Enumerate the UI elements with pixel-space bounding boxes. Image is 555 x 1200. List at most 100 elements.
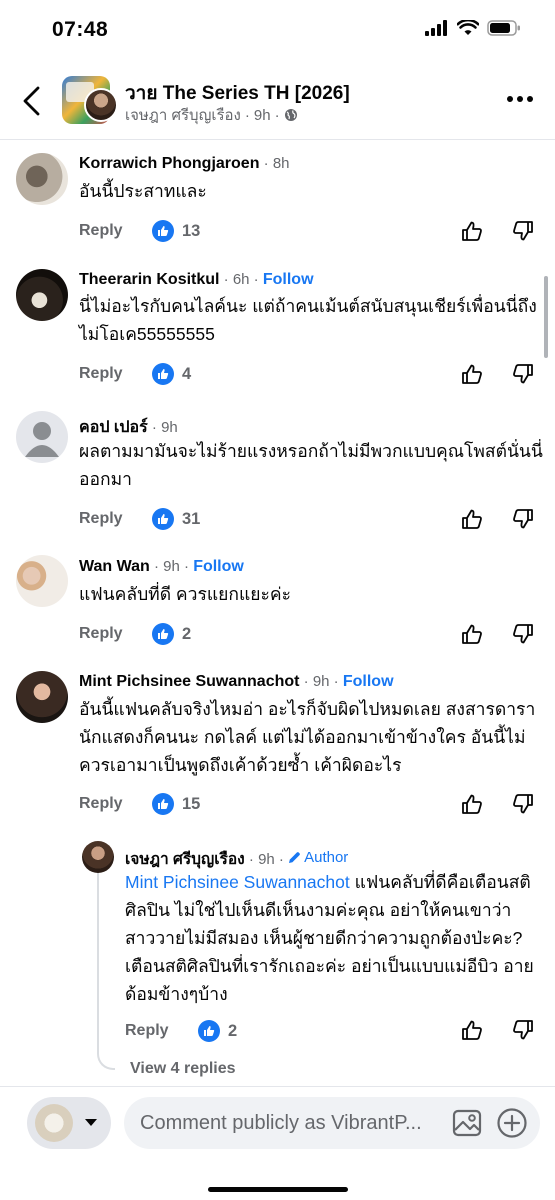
more-icon (507, 96, 513, 102)
meta-separator: · (249, 271, 263, 288)
reaction-summary[interactable]: 2 (198, 1020, 237, 1042)
like-icon (152, 363, 174, 385)
comment-time: 9h (258, 851, 275, 868)
reply-button[interactable]: Reply (125, 1022, 169, 1040)
thumbs-down-outline-icon (513, 509, 533, 529)
comment-composer (0, 1086, 555, 1200)
downvote-button[interactable] (512, 623, 534, 650)
reaction-summary[interactable]: 4 (152, 363, 191, 385)
reply-text: Mint Pichsinee Suwannachot แฟนคลับที่ดีค… (125, 868, 535, 1008)
follow-button[interactable]: Follow (193, 558, 244, 576)
back-button[interactable] (18, 84, 46, 118)
like-icon (152, 508, 174, 530)
downvote-button[interactable] (512, 793, 534, 820)
comment-text: นี่ไม่อะไรกับคนไลค์นะ แต่ถ้าคนเม้นต์สนับ… (79, 296, 537, 344)
upvote-button[interactable] (461, 623, 483, 650)
reply-button[interactable]: Reply (79, 795, 123, 813)
reply-button[interactable]: Reply (79, 222, 123, 240)
like-count: 4 (182, 364, 192, 383)
thumbs-up-outline-icon (462, 509, 482, 529)
comment-text: แฟนคลับที่ดี ควรแยกแยะค่ะ (79, 584, 292, 604)
globe-icon (284, 109, 297, 121)
follow-button[interactable]: Follow (343, 673, 394, 691)
thumbs-up-outline-icon (462, 794, 482, 814)
thumbs-down-outline-icon (513, 1020, 533, 1040)
comment-text: อันนี้แฟนคลับจริงไหมอ่า อะไรก็จับผิดไปหม… (79, 699, 536, 775)
avatar[interactable] (16, 411, 68, 463)
avatar[interactable] (16, 671, 68, 723)
thumbs-down-outline-icon (513, 794, 533, 814)
comment-text: อันนี้ประสาทและ (79, 181, 207, 201)
status-time: 07:48 (52, 18, 109, 41)
chevron-down-icon (85, 1119, 97, 1126)
reply-button[interactable]: Reply (79, 365, 123, 383)
upvote-button[interactable] (461, 363, 483, 390)
downvote-button[interactable] (512, 1019, 534, 1046)
meta-separator: · (329, 673, 343, 690)
battery-icon (487, 20, 520, 36)
more-options-button[interactable] (507, 96, 533, 102)
avatar[interactable] (16, 269, 68, 321)
meta-separator: · (244, 851, 259, 868)
reaction-summary[interactable]: 13 (152, 220, 200, 242)
thumbs-up-outline-icon (462, 1020, 482, 1040)
wifi-icon (457, 20, 479, 35)
upvote-button[interactable] (461, 220, 483, 247)
home-indicator (208, 1187, 348, 1192)
thumbs-down-outline-icon (513, 364, 533, 384)
profile-switcher[interactable] (27, 1097, 111, 1149)
meta-separator: · (149, 558, 164, 575)
poster-name[interactable]: เจษฎา ศรีบุญเรือง (125, 103, 241, 127)
comment-time: 9h (312, 673, 330, 690)
view-replies-link[interactable]: View 4 replies (130, 1060, 236, 1078)
avatar[interactable] (82, 841, 114, 873)
downvote-button[interactable] (512, 363, 534, 390)
comment-time: 9h (163, 558, 180, 575)
poster-avatar[interactable] (84, 88, 118, 122)
like-count: 15 (182, 794, 201, 813)
commenter-name[interactable]: Korrawich Phongjaroen (79, 155, 259, 173)
commenter-name[interactable]: Mint Pichsinee Suwannachot (79, 673, 299, 691)
like-count: 2 (228, 1021, 238, 1040)
like-count: 31 (182, 509, 201, 528)
upvote-button[interactable] (461, 1019, 483, 1046)
default-avatar-icon (25, 422, 59, 457)
upvote-button[interactable] (461, 793, 483, 820)
reaction-summary[interactable]: 15 (152, 793, 200, 815)
meta-separator: · (244, 106, 250, 124)
like-count: 2 (182, 624, 192, 643)
post-time: 9h (253, 106, 271, 124)
photo-button[interactable] (452, 1108, 482, 1143)
commenter-name[interactable]: Theerarin Kositkul (79, 271, 219, 289)
like-icon (152, 793, 174, 815)
like-icon (152, 220, 174, 242)
reaction-summary[interactable]: 2 (152, 623, 191, 645)
like-icon (198, 1020, 220, 1042)
avatar[interactable] (16, 555, 68, 607)
status-bar: 07:48 (0, 0, 555, 62)
meta-separator: · (274, 851, 289, 868)
pencil-icon (289, 852, 301, 863)
thumbs-up-outline-icon (462, 364, 482, 384)
comment-text: ผลตามมามันจะไม่ร้ายแรงหรอกถ้าไม่มีพวกแบบ… (79, 441, 543, 489)
mention-link[interactable]: Mint Pichsinee Suwannachot (125, 872, 350, 892)
reply-button[interactable]: Reply (79, 510, 123, 528)
profile-avatar (35, 1104, 73, 1142)
follow-button[interactable]: Follow (263, 271, 314, 289)
reply-button[interactable]: Reply (79, 625, 123, 643)
upvote-button[interactable] (461, 508, 483, 535)
scrollbar[interactable] (544, 276, 548, 358)
author-label: Author (304, 849, 349, 866)
add-attachment-button[interactable] (496, 1107, 528, 1144)
meta-separator: · (274, 106, 280, 124)
meta-separator: · (259, 155, 273, 172)
post-meta: เจษฎา ศรีบุญเรือง · 9h · (125, 103, 298, 127)
thumbs-up-outline-icon (462, 221, 482, 241)
like-icon (152, 623, 174, 645)
avatar[interactable] (16, 153, 68, 205)
thumbs-down-outline-icon (513, 221, 533, 241)
reaction-summary[interactable]: 31 (152, 508, 200, 530)
downvote-button[interactable] (512, 508, 534, 535)
downvote-button[interactable] (512, 220, 534, 247)
commenter-name[interactable]: Wan Wan (79, 558, 150, 576)
